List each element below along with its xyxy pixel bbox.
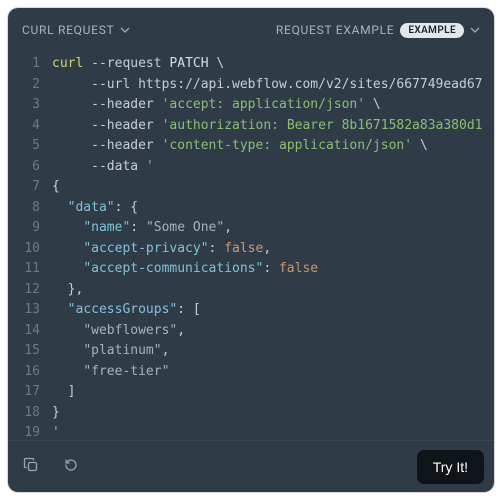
reset-icon <box>63 457 79 477</box>
code-line: 10 "accept-privacy": false, <box>8 239 494 260</box>
reset-button[interactable] <box>58 454 84 480</box>
code-line: 1curl --request PATCH \ <box>8 54 494 75</box>
code-line: 4 --header 'authorization: Bearer 8b1671… <box>8 116 494 137</box>
code-line: 19' <box>8 423 494 440</box>
language-label: CURL REQUEST <box>22 23 114 37</box>
code-line: 18} <box>8 403 494 424</box>
copy-icon <box>23 457 39 477</box>
example-select[interactable]: REQUEST EXAMPLE EXAMPLE <box>276 23 480 38</box>
try-it-button[interactable]: Try It! <box>417 450 484 484</box>
panel-footer: Try It! <box>8 440 494 492</box>
code-line: 15 "platinum", <box>8 341 494 362</box>
example-pill: EXAMPLE <box>400 23 464 38</box>
code-panel: CURL REQUEST REQUEST EXAMPLE EXAMPLE 1cu… <box>8 8 494 492</box>
code-line: 17 ] <box>8 382 494 403</box>
example-label: REQUEST EXAMPLE <box>276 23 394 37</box>
chevron-down-icon <box>120 25 130 35</box>
copy-button[interactable] <box>18 454 44 480</box>
code-line: 14 "webflowers", <box>8 321 494 342</box>
code-line: 16 "free-tier" <box>8 362 494 383</box>
code-line: 6 --data ' <box>8 157 494 178</box>
code-line: 3 --header 'accept: application/json' \ <box>8 95 494 116</box>
code-line: 13 "accessGroups": [ <box>8 300 494 321</box>
chevron-down-icon <box>470 25 480 35</box>
code-line: 5 --header 'content-type: application/js… <box>8 136 494 157</box>
footer-actions <box>18 454 84 480</box>
code-line: 11 "accept-communications": false <box>8 259 494 280</box>
code-line: 7{ <box>8 177 494 198</box>
code-line: 9 "name": "Some One", <box>8 218 494 239</box>
language-select[interactable]: CURL REQUEST <box>22 23 130 37</box>
code-block: 1curl --request PATCH \ 2 --url https://… <box>8 52 494 440</box>
panel-header: CURL REQUEST REQUEST EXAMPLE EXAMPLE <box>8 8 494 52</box>
code-line: 8 "data": { <box>8 198 494 219</box>
code-line: 2 --url https://api.webflow.com/v2/sites… <box>8 75 494 96</box>
code-line: 12 }, <box>8 280 494 301</box>
